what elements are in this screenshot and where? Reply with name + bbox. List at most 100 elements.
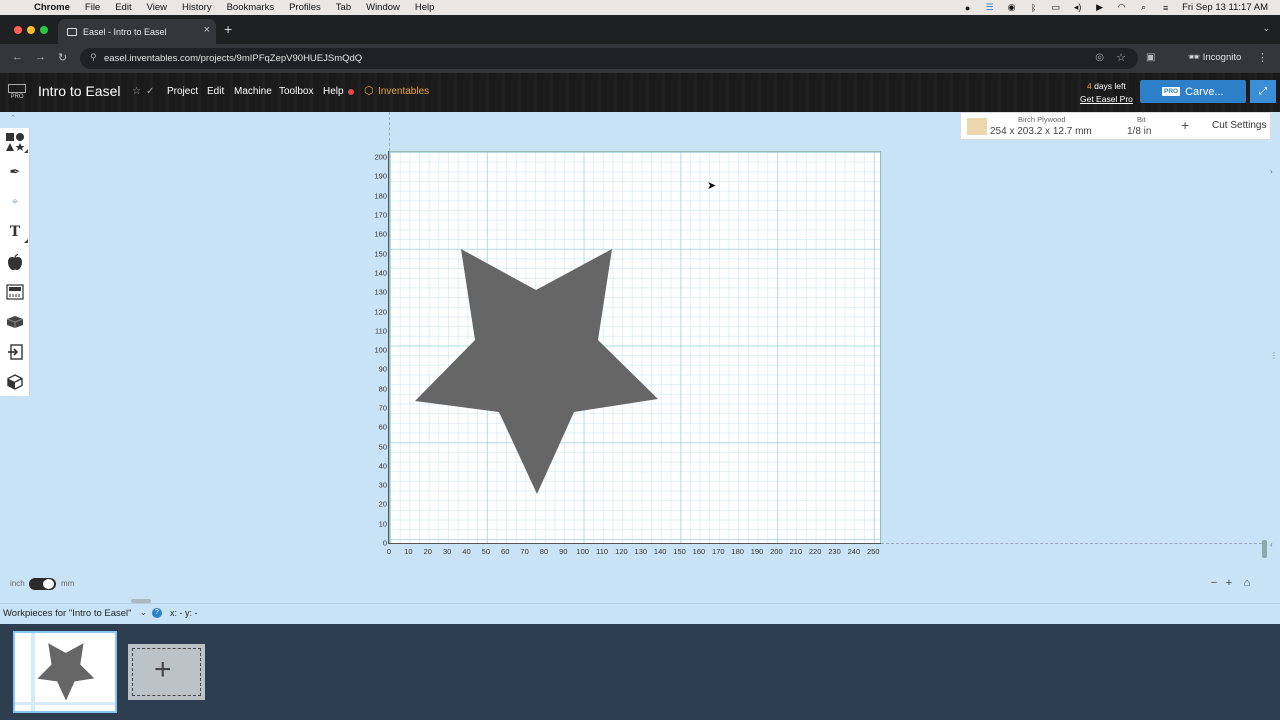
menu-tab[interactable]: Tab bbox=[336, 2, 351, 13]
help-icon[interactable]: ? bbox=[152, 608, 162, 618]
x-tick-label: 220 bbox=[808, 547, 822, 556]
browser-menu-icon[interactable]: ⋮ bbox=[1257, 51, 1268, 64]
site-info-icon[interactable]: ⚲ bbox=[90, 52, 97, 63]
material-name[interactable]: Birch Plywood bbox=[1018, 115, 1066, 124]
forward-icon[interactable]: → bbox=[35, 51, 46, 63]
import-tool[interactable] bbox=[0, 278, 30, 306]
shapes-submenu-corner bbox=[24, 149, 28, 153]
icons-tool[interactable] bbox=[0, 248, 30, 276]
text-icon: T bbox=[9, 224, 21, 240]
easel-logo-icon[interactable]: PRO bbox=[8, 84, 26, 101]
expand-right-panel-icon[interactable]: › bbox=[1270, 167, 1273, 176]
close-tab-icon[interactable]: × bbox=[204, 24, 210, 36]
menu-view[interactable]: View bbox=[147, 2, 167, 13]
expand-icon[interactable]: ⤢ bbox=[1250, 80, 1276, 103]
y-tick-label: 200 bbox=[374, 152, 387, 162]
unit-mm-label[interactable]: mm bbox=[61, 579, 74, 588]
bit-label: Bit bbox=[1137, 115, 1146, 124]
material-swatch[interactable] bbox=[967, 118, 987, 135]
tab-favicon-icon bbox=[67, 27, 77, 36]
menu-file[interactable]: File bbox=[85, 2, 100, 13]
side-panel-icon[interactable]: ▣ bbox=[1146, 52, 1155, 63]
point-tool[interactable]: ⌖ bbox=[0, 188, 30, 216]
star-shape[interactable] bbox=[414, 248, 660, 496]
add-workpiece-button[interactable]: + bbox=[128, 644, 205, 700]
home-view-icon[interactable]: ⌂ bbox=[1240, 576, 1254, 590]
collapse-right-icon[interactable]: ‹ bbox=[1270, 540, 1273, 549]
workpiece-star-thumbnail-icon bbox=[37, 643, 95, 701]
star-polygon[interactable] bbox=[415, 249, 658, 494]
get-easel-pro-link[interactable]: Get Easel Pro bbox=[1080, 94, 1133, 104]
collapse-tools-icon[interactable]: ⌃ bbox=[10, 114, 16, 122]
new-tab-icon[interactable]: + bbox=[224, 21, 232, 37]
address-bar[interactable]: ⚲ easel.inventables.com/projects/9mIPFqZ… bbox=[80, 48, 1138, 69]
unit-inch-label[interactable]: inch bbox=[10, 579, 25, 588]
menu-app-name[interactable]: Chrome bbox=[34, 2, 70, 13]
menu-help-easel[interactable]: Help bbox=[323, 86, 344, 97]
menu-machine[interactable]: Machine bbox=[234, 86, 272, 97]
menu-help[interactable]: Help bbox=[415, 2, 435, 13]
control-center-icon[interactable]: ≡ bbox=[1160, 3, 1171, 13]
url-text[interactable]: easel.inventables.com/projects/9mIPFqZep… bbox=[104, 53, 362, 64]
vertical-scrollbar[interactable] bbox=[1262, 540, 1267, 558]
material-dimensions[interactable]: 254 x 203.2 x 12.7 mm bbox=[990, 126, 1092, 137]
browser-tab[interactable]: Easel - Intro to Easel × bbox=[58, 19, 216, 44]
add-bit-icon[interactable]: + bbox=[1181, 117, 1189, 133]
pen-icon: ✒ bbox=[9, 164, 21, 179]
y-tick-label: 150 bbox=[374, 249, 387, 259]
shapes-tool[interactable] bbox=[0, 128, 30, 156]
menu-bookmarks[interactable]: Bookmarks bbox=[227, 2, 275, 13]
menu-edit-easel[interactable]: Edit bbox=[207, 86, 224, 97]
pen-tool[interactable]: ✒ bbox=[0, 158, 30, 186]
zoom-in-icon[interactable]: + bbox=[1222, 576, 1236, 590]
menubar-clock[interactable]: Fri Sep 13 11:17 AM bbox=[1182, 2, 1268, 13]
zoom-window-button[interactable] bbox=[40, 26, 48, 34]
bluetooth-icon[interactable]: ᛒ bbox=[1028, 3, 1039, 13]
stack-icon[interactable]: ☰ bbox=[984, 2, 995, 12]
menu-window[interactable]: Window bbox=[366, 2, 400, 13]
y-tick-label: 190 bbox=[374, 171, 387, 181]
x-tick-label: 110 bbox=[596, 547, 609, 556]
close-window-button[interactable] bbox=[14, 26, 22, 34]
bookmark-star-icon[interactable]: ☆ bbox=[1116, 51, 1126, 64]
incognito-indicator[interactable]: 🕶 Incognito bbox=[1188, 52, 1241, 63]
back-icon[interactable]: ← bbox=[12, 51, 23, 63]
project-title[interactable]: Intro to Easel bbox=[38, 83, 121, 99]
display-icon[interactable]: ▭ bbox=[1050, 2, 1061, 12]
workpieces-label[interactable]: Workpieces for "Intro to Easel" bbox=[3, 608, 132, 619]
menu-history[interactable]: History bbox=[182, 2, 212, 13]
record-icon[interactable]: ● bbox=[962, 3, 973, 13]
tracking-protection-icon[interactable]: ◎ bbox=[1095, 52, 1104, 63]
volume-icon[interactable]: ◂) bbox=[1072, 2, 1083, 12]
inventables-link[interactable]: Inventables bbox=[378, 86, 429, 97]
unit-toggle-knob[interactable] bbox=[43, 579, 54, 589]
cut-settings-button[interactable]: Cut Settings bbox=[1212, 120, 1266, 131]
inventables-logo-icon[interactable]: ⬡ bbox=[364, 85, 375, 97]
carve-button[interactable]: PRO Carve... bbox=[1140, 80, 1246, 103]
minimize-window-button[interactable] bbox=[27, 26, 35, 34]
menu-project[interactable]: Project bbox=[167, 86, 198, 97]
reload-icon[interactable]: ↻ bbox=[58, 51, 67, 64]
bit-value[interactable]: 1/8 in bbox=[1127, 126, 1151, 137]
apps-tool[interactable] bbox=[0, 308, 30, 336]
workpieces-dropdown-icon[interactable]: ⌄ bbox=[140, 608, 147, 617]
x-tick-label: 150 bbox=[673, 547, 686, 556]
search-icon[interactable]: ⌕ bbox=[1138, 2, 1149, 12]
3d-preview-tool[interactable] bbox=[0, 368, 30, 396]
x-tick-label: 210 bbox=[789, 547, 803, 556]
menu-toolbox[interactable]: Toolbox bbox=[279, 86, 313, 97]
menu-profiles[interactable]: Profiles bbox=[289, 2, 321, 13]
tab-search-icon[interactable]: ⌄ bbox=[1262, 23, 1270, 34]
favorite-star-icon[interactable]: ☆ bbox=[132, 86, 141, 97]
wifi-icon[interactable]: ◠ bbox=[1116, 2, 1127, 12]
app-circle-icon[interactable]: ◉ bbox=[1006, 2, 1017, 12]
y-tick-label: 40 bbox=[378, 461, 387, 471]
play-icon[interactable]: ▶ bbox=[1094, 2, 1105, 12]
panel-more-icon[interactable]: ⋮ bbox=[1270, 351, 1278, 360]
import-file-tool[interactable] bbox=[0, 338, 30, 366]
workpiece-thumbnail[interactable] bbox=[13, 631, 117, 713]
zoom-out-icon[interactable]: − bbox=[1207, 576, 1221, 590]
x-tick-label: 120 bbox=[615, 547, 628, 556]
text-tool[interactable]: T bbox=[0, 218, 30, 246]
menu-edit[interactable]: Edit bbox=[115, 2, 131, 13]
